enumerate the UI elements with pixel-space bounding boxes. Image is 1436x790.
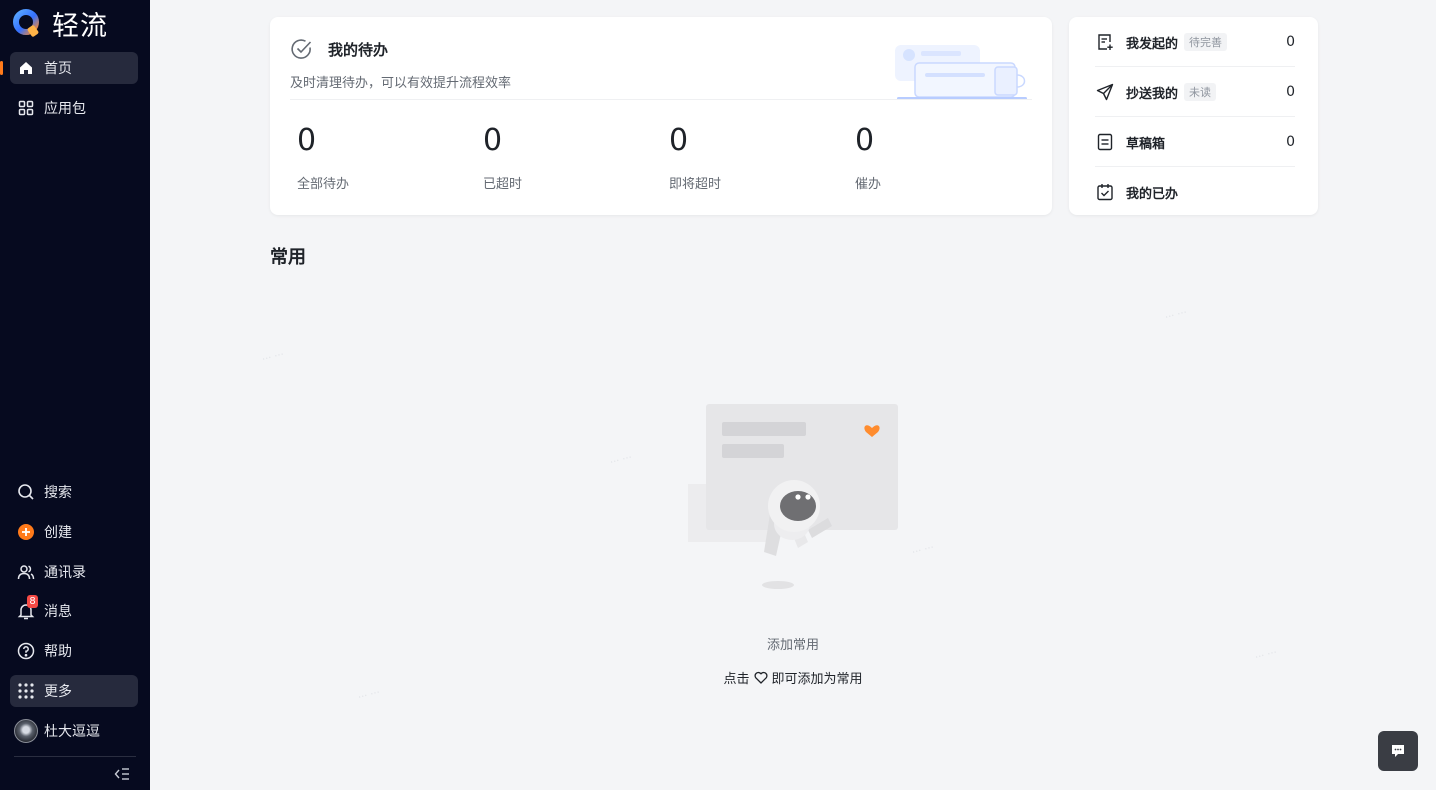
sidebar-item-label: 通讯录 <box>44 565 86 581</box>
sidebar-item-help[interactable]: 帮助 <box>10 635 138 667</box>
contacts-icon <box>17 563 35 581</box>
stat-label: 即将超时 <box>669 177 722 192</box>
watermark: ··· ··· <box>260 349 286 366</box>
quick-item-initiated[interactable]: 我发起的 待完善 0 <box>1095 17 1295 67</box>
watermark: ··· ··· <box>910 542 936 559</box>
sidebar: 轻流 首页 应用包 搜索 创建 通讯录 8 消息 帮助 更多 杜大逗逗 <box>0 0 150 790</box>
quick-item-drafts[interactable]: 草稿箱 0 <box>1095 117 1295 167</box>
quick-item-count: 0 <box>1286 34 1295 50</box>
hint-prefix: 点击 <box>723 672 750 687</box>
stat-label: 已超时 <box>483 177 523 192</box>
sidebar-item-search[interactable]: 搜索 <box>10 476 138 508</box>
sidebar-user-profile[interactable]: 杜大逗逗 <box>10 715 138 747</box>
done-calendar-icon <box>1095 182 1115 202</box>
send-icon <box>1095 82 1115 102</box>
quick-item-tag: 待完善 <box>1184 33 1228 51</box>
logo-icon <box>12 8 42 38</box>
sidebar-item-label: 消息 <box>44 604 72 620</box>
quick-item-cc[interactable]: 抄送我的 未读 0 <box>1095 67 1295 117</box>
quick-item-label: 草稿箱 <box>1126 136 1166 152</box>
todo-header: 我的待办 <box>290 37 388 61</box>
todo-subtitle: 及时清理待办，可以有效提升流程效率 <box>290 76 512 91</box>
grid-icon <box>17 99 35 117</box>
app-logo[interactable]: 轻流 <box>12 6 108 42</box>
common-section-title: 常用 <box>270 247 306 268</box>
stat-due-soon[interactable]: 0 即将超时 <box>669 121 819 192</box>
empty-state-hint: 点击 即可添加为常用 <box>693 668 893 687</box>
app-name: 轻流 <box>52 10 108 42</box>
apps-icon <box>17 682 35 700</box>
quick-item-tag: 未读 <box>1184 83 1217 101</box>
collapse-sidebar-button[interactable] <box>112 764 132 784</box>
quick-item-count: 0 <box>1286 84 1295 100</box>
sidebar-item-label: 应用包 <box>44 101 86 117</box>
watermark: ··· ··· <box>1253 647 1279 664</box>
stat-value: 0 <box>297 123 317 158</box>
check-circle-icon <box>291 39 312 59</box>
user-name: 杜大逗逗 <box>44 724 100 740</box>
help-icon <box>17 642 35 660</box>
watermark: ··· ··· <box>1163 307 1189 324</box>
stat-label: 全部待办 <box>297 177 350 192</box>
sidebar-item-app-package[interactable]: 应用包 <box>10 92 138 124</box>
todo-illustration <box>895 45 1027 100</box>
chat-support-button[interactable] <box>1378 731 1418 771</box>
stat-urged[interactable]: 0 催办 <box>855 121 1005 192</box>
stat-value: 0 <box>669 123 689 158</box>
sidebar-item-label: 更多 <box>44 684 72 700</box>
my-todo-card[interactable]: 我的待办 及时清理待办，可以有效提升流程效率 0 全部待办 0 已超时 0 即将… <box>270 17 1052 215</box>
quick-item-done[interactable]: 我的已办 <box>1095 167 1295 217</box>
stat-value: 0 <box>855 123 875 158</box>
stat-value: 0 <box>483 123 503 158</box>
sidebar-item-contacts[interactable]: 通讯录 <box>10 556 138 588</box>
watermark: ··· ··· <box>356 687 382 704</box>
doc-plus-icon <box>1095 32 1115 52</box>
sidebar-item-label: 首页 <box>44 61 72 77</box>
message-count-badge: 8 <box>27 595 38 608</box>
stat-all-todo[interactable]: 0 全部待办 <box>297 121 447 192</box>
heart-icon <box>754 671 767 684</box>
quick-access-card: 我发起的 待完善 0 抄送我的 未读 0 草稿箱 0 我的已办 <box>1069 17 1318 215</box>
home-icon <box>17 59 35 77</box>
empty-state-illustration <box>688 404 898 589</box>
plus-circle-icon <box>17 523 35 541</box>
draft-icon <box>1095 132 1115 152</box>
quick-item-count: 0 <box>1286 134 1295 150</box>
sidebar-item-more[interactable]: 更多 <box>10 675 138 707</box>
todo-divider <box>290 99 1032 100</box>
todo-title: 我的待办 <box>328 40 389 59</box>
sidebar-item-label: 帮助 <box>44 644 72 660</box>
hint-suffix: 即可添加为常用 <box>771 672 863 687</box>
bell-icon: 8 <box>17 595 38 620</box>
quick-item-label: 抄送我的 <box>1126 86 1179 102</box>
avatar <box>14 719 38 743</box>
sidebar-item-messages[interactable]: 8 消息 <box>10 595 138 627</box>
collapse-icon <box>114 768 129 780</box>
stat-label: 催办 <box>855 177 882 192</box>
sidebar-item-label: 搜索 <box>44 485 72 501</box>
sidebar-item-label: 创建 <box>44 525 72 541</box>
quick-item-label: 我的已办 <box>1126 186 1179 202</box>
sidebar-divider <box>14 756 136 757</box>
chat-icon <box>1392 745 1404 757</box>
quick-item-label: 我发起的 <box>1126 36 1179 52</box>
watermark: ··· ··· <box>608 452 634 469</box>
empty-state-title: 添加常用 <box>766 638 819 653</box>
stat-overdue[interactable]: 0 已超时 <box>483 121 633 192</box>
sidebar-item-create[interactable]: 创建 <box>10 516 138 548</box>
avatar-image <box>14 719 38 743</box>
search-icon <box>17 483 35 501</box>
sidebar-item-home[interactable]: 首页 <box>0 52 138 84</box>
